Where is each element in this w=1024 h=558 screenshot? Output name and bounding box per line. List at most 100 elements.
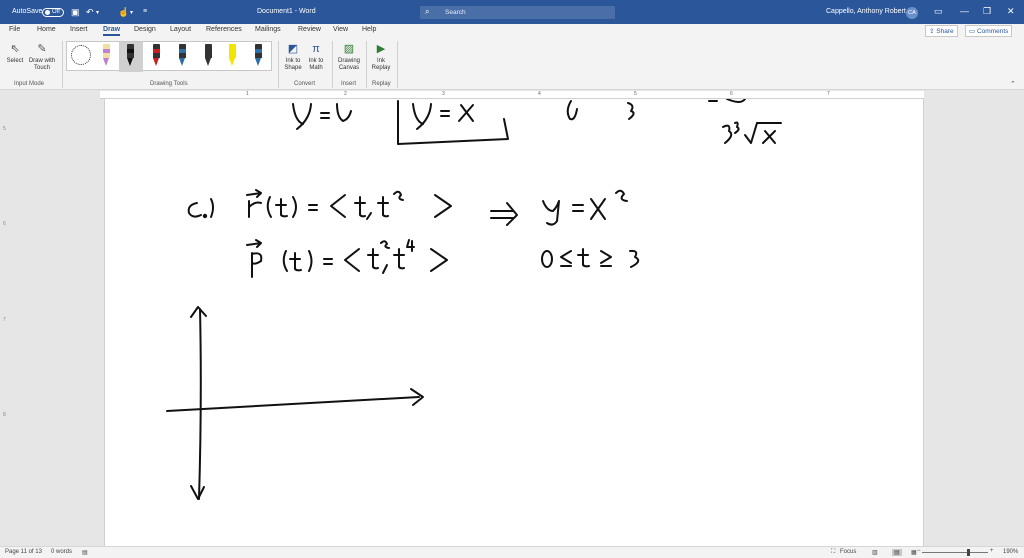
tab-design[interactable]: Design (134, 26, 156, 33)
ruler-number: 6 (3, 221, 6, 227)
touch-dropdown-icon[interactable]: ▾ (130, 9, 133, 16)
ruler-number: 5 (3, 126, 6, 132)
vertical-ruler[interactable]: 5 6 7 8 (0, 99, 10, 545)
toggle-knob (45, 10, 50, 15)
tab-view[interactable]: View (333, 26, 348, 33)
drawing-canvas-label: Drawing Canvas (337, 58, 360, 71)
pen-galaxy-icon[interactable] (253, 44, 263, 68)
tab-help[interactable]: Help (362, 26, 376, 33)
ribbon-draw: ⇖ Select ✎ Draw with Touch Input Mode Dr… (0, 38, 1024, 90)
comments-label: Comments (976, 28, 1009, 35)
page-count[interactable]: Page 11 of 13 (5, 549, 42, 555)
ruler-number: 7 (3, 317, 6, 323)
word-count[interactable]: 0 words (51, 549, 72, 555)
ruler-number: 2 (344, 91, 347, 97)
ink-to-shape-button[interactable]: ◩ Ink to Shape (282, 42, 304, 72)
collapse-ribbon-icon[interactable]: ⌃ (1010, 80, 1016, 88)
ruler-number: 5 (634, 91, 637, 97)
zoom-slider-thumb[interactable] (967, 549, 970, 556)
autosave-label: AutoSave (12, 8, 43, 15)
divider (332, 41, 333, 88)
tab-references[interactable]: References (206, 26, 242, 33)
web-layout-icon[interactable]: ▦ (911, 549, 917, 556)
zoom-level[interactable]: 190% (1003, 549, 1018, 555)
input-mode-group-label: Input Mode (14, 81, 45, 87)
focus-label[interactable]: Focus (840, 549, 856, 555)
document-title: Document1 - Word (257, 8, 316, 15)
select-arrow-icon: ⇖ (10, 43, 20, 55)
ruler-number: 8 (3, 412, 6, 418)
drawing-canvas-button[interactable]: ▨ Drawing Canvas (336, 42, 362, 72)
ribbon-tabs: File Home Insert Draw Design Layout Refe… (0, 24, 1024, 38)
convert-group-label: Convert (294, 81, 316, 87)
play-icon: ▶ (376, 43, 386, 55)
insert-group-label: Insert (341, 81, 357, 87)
tab-draw[interactable]: Draw (103, 26, 121, 36)
tab-layout[interactable]: Layout (170, 26, 191, 33)
drawing-tools-group-label: Drawing Tools (150, 81, 188, 87)
pen-black-selected-icon[interactable] (119, 42, 143, 72)
ink-row-p (246, 239, 448, 278)
zoom-slider[interactable] (922, 552, 988, 553)
ruler-number: 3 (442, 91, 445, 97)
focus-icon[interactable]: ⛶ (831, 549, 835, 556)
ruler-number: 7 (827, 91, 830, 97)
ink-axes (166, 306, 424, 500)
read-mode-icon[interactable]: ▥ (872, 549, 878, 556)
ink-replay-label: Ink Replay (371, 58, 391, 71)
ink-inequality (541, 248, 640, 268)
tab-mailings[interactable]: Mailings (255, 26, 281, 33)
ink-to-shape-label: Ink to Shape (284, 58, 302, 71)
undo-icon[interactable]: ↶ (86, 7, 94, 18)
user-name[interactable]: Cappello, Anthony Robert (826, 8, 906, 15)
share-button[interactable]: ⇪ Share (925, 25, 958, 37)
title-bar: AutoSave Off ▣ ↶ ▾ ☝ ▾ ≡ Document1 - Wor… (0, 0, 1024, 24)
divider (397, 41, 398, 88)
pen-dark-icon[interactable] (203, 44, 213, 68)
autosave-toggle[interactable]: Off (42, 8, 64, 17)
undo-dropdown-icon[interactable]: ▾ (96, 9, 99, 16)
search-placeholder: Search (445, 9, 466, 16)
status-bar: Page 11 of 13 0 words ▤ ⛶ Focus ▥ ▤ ▦ − … (0, 546, 1024, 558)
highlighter-yellow-icon[interactable] (227, 44, 237, 68)
ink-replay-button[interactable]: ▶ Ink Replay (370, 42, 392, 72)
replay-group-label: Replay (372, 81, 391, 87)
ink-row-r (187, 189, 452, 220)
divider (278, 41, 279, 88)
avatar[interactable]: CA (906, 7, 918, 19)
comments-button[interactable]: ▭ Comments (965, 25, 1013, 37)
zoom-out-icon[interactable]: − (917, 548, 921, 554)
ribbon-display-icon[interactable]: ▭ (934, 6, 943, 17)
pencil-icon[interactable] (101, 44, 111, 68)
restore-icon[interactable]: ❐ (983, 6, 991, 17)
pen-red-icon[interactable] (151, 44, 161, 68)
print-layout-icon[interactable]: ▤ (892, 549, 902, 556)
minimize-icon[interactable]: — (960, 6, 969, 16)
lasso-select-icon[interactable] (71, 45, 91, 65)
draw-touch-icon: ✎ (37, 43, 47, 55)
drawing-canvas-icon: ▨ (343, 43, 355, 55)
proofing-icon[interactable]: ▤ (82, 549, 88, 556)
save-icon[interactable]: ▣ (71, 7, 80, 18)
customize-qat-icon[interactable]: ≡ (143, 8, 147, 15)
close-icon[interactable]: ✕ (1007, 6, 1015, 17)
search-box[interactable]: ⌕ Search (420, 6, 615, 19)
tab-review[interactable]: Review (298, 26, 321, 33)
tab-file[interactable]: File (9, 26, 20, 33)
tab-home[interactable]: Home (37, 26, 56, 33)
pen-blue-icon[interactable] (177, 44, 187, 68)
select-label: Select (6, 58, 24, 64)
divider (62, 41, 63, 88)
ink-top-row (292, 98, 782, 145)
horizontal-ruler[interactable]: 1 2 3 4 5 6 7 (100, 91, 924, 99)
ink-drawing (166, 98, 782, 500)
ruler-number: 1 (246, 91, 249, 97)
draw-with-touch-button[interactable]: ✎ Draw with Touch (28, 42, 56, 72)
ink-to-math-button[interactable]: π Ink to Math (305, 42, 327, 72)
share-label: Share (936, 28, 954, 35)
select-button[interactable]: ⇖ Select (4, 42, 26, 65)
touch-mode-icon[interactable]: ☝ (118, 7, 129, 18)
document-page[interactable] (104, 98, 924, 546)
tab-insert[interactable]: Insert (70, 26, 88, 33)
zoom-in-icon[interactable]: + (990, 548, 994, 554)
